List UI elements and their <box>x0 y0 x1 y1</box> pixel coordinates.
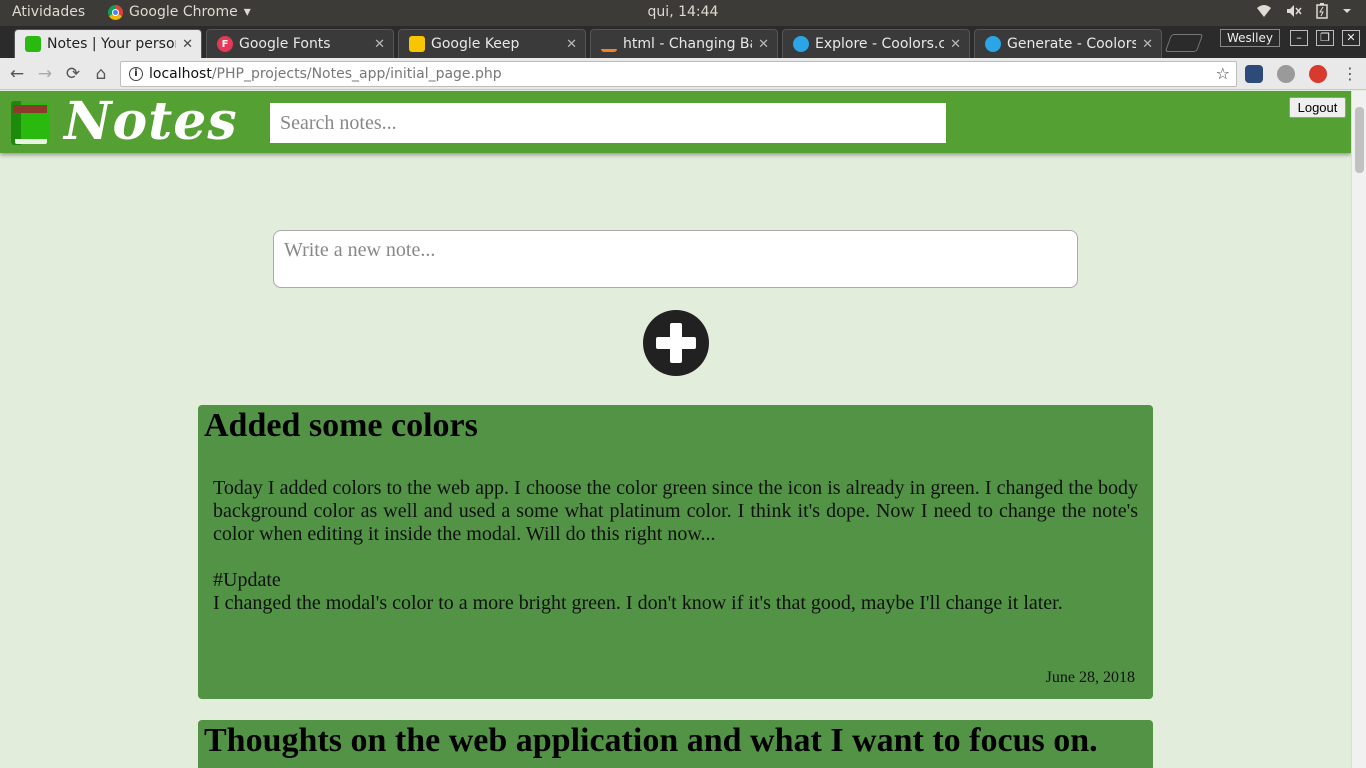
close-tab-icon[interactable]: ✕ <box>1142 37 1153 52</box>
notes-favicon <box>25 36 41 52</box>
new-tab-button[interactable] <box>1164 34 1204 52</box>
page-viewport: Notes Logout Added some colors Today I a… <box>0 91 1351 768</box>
note-title: Added some colors <box>204 407 478 444</box>
chevron-down-icon: ▾ <box>243 4 251 20</box>
url-path: /PHP_projects/Notes_app/initial_page.php <box>211 66 502 82</box>
app-menu[interactable]: Google Chrome ▾ <box>108 4 251 20</box>
note-card[interactable]: Thoughts on the web application and what… <box>198 720 1153 768</box>
address-bar[interactable]: i localhost/PHP_projects/Notes_app/initi… <box>120 61 1237 87</box>
reload-icon[interactable]: ⟳ <box>62 63 84 85</box>
tab-title: Google Keep <box>431 36 520 52</box>
page-scrollbar[interactable] <box>1351 91 1366 768</box>
extension-icon[interactable] <box>1277 65 1295 83</box>
home-icon[interactable]: ⌂ <box>90 63 112 85</box>
scrollbar-thumb[interactable] <box>1355 107 1364 173</box>
new-note-input[interactable] <box>273 230 1078 288</box>
coolors-favicon <box>793 36 809 52</box>
back-icon[interactable]: ← <box>6 63 28 85</box>
forward-icon[interactable]: → <box>34 63 56 85</box>
adblock-icon[interactable] <box>1309 65 1327 83</box>
app-header: Notes Logout <box>0 91 1351 153</box>
logout-button[interactable]: Logout <box>1289 97 1346 118</box>
tab-explore-coolors[interactable]: Explore - Coolors.co ✕ <box>782 29 970 58</box>
tab-stackoverflow[interactable]: html - Changing Background ✕ <box>590 29 778 58</box>
power-menu-arrow-icon <box>1343 9 1351 13</box>
note-paragraph: Today I added colors to the web app. I c… <box>213 477 1138 545</box>
close-tab-icon[interactable]: ✕ <box>566 37 577 52</box>
tab-title: Google Fonts <box>239 36 331 52</box>
note-title: Thoughts on the web application and what… <box>204 722 1098 759</box>
url-host: localhost <box>149 66 212 82</box>
note-date: June 28, 2018 <box>1045 669 1135 686</box>
chrome-icon <box>108 4 123 20</box>
profile-button[interactable]: Weslley <box>1220 29 1280 47</box>
wifi-icon <box>1257 5 1271 17</box>
system-tray[interactable] <box>1256 3 1352 19</box>
close-tab-icon[interactable]: ✕ <box>758 37 769 52</box>
note-body: Today I added colors to the web app. I c… <box>213 477 1138 615</box>
close-tab-icon[interactable]: ✕ <box>182 37 193 52</box>
tab-google-fonts[interactable]: F Google Fonts ✕ <box>206 29 394 58</box>
restore-icon[interactable]: ❐ <box>1316 30 1334 46</box>
bookmark-star-icon[interactable]: ☆ <box>1216 64 1230 83</box>
tab-title: Notes | Your personal notes <box>47 36 176 52</box>
browser-toolbar: ← → ⟳ ⌂ i localhost/PHP_projects/Notes_a… <box>0 58 1366 90</box>
tab-title: html - Changing Background <box>623 36 752 52</box>
tab-title: Generate - Coolors.co <box>1007 36 1137 52</box>
app-menu-label: Google Chrome <box>129 4 238 20</box>
note-paragraph: #Update <box>213 569 281 591</box>
volume-muted-icon <box>1287 5 1302 17</box>
tab-title: Explore - Coolors.co <box>815 36 945 52</box>
google-fonts-favicon: F <box>217 36 233 52</box>
note-paragraph: I changed the modal's color to a more br… <box>213 592 1063 614</box>
note-card[interactable]: Added some colors Today I added colors t… <box>198 405 1153 699</box>
plus-circle-icon[interactable] <box>643 310 709 376</box>
battery-icon <box>1316 3 1328 19</box>
info-icon[interactable]: i <box>129 67 143 81</box>
search-input[interactable] <box>270 103 946 143</box>
chrome-menu-icon[interactable]: ⋮ <box>1341 65 1359 83</box>
close-icon[interactable]: ✕ <box>1342 30 1360 46</box>
close-tab-icon[interactable]: ✕ <box>950 37 961 52</box>
tab-strip: Notes | Your personal notes ✕ F Google F… <box>0 26 1366 58</box>
ghostery-icon[interactable] <box>1245 65 1263 83</box>
tab-notes[interactable]: Notes | Your personal notes ✕ <box>14 29 202 58</box>
tab-google-keep[interactable]: Google Keep ✕ <box>398 29 586 58</box>
google-keep-favicon <box>409 36 425 52</box>
brand-title[interactable]: Notes <box>64 91 238 153</box>
minimize-icon[interactable]: – <box>1290 30 1308 46</box>
notebook-logo-icon[interactable] <box>11 99 49 147</box>
close-tab-icon[interactable]: ✕ <box>374 37 385 52</box>
stackoverflow-favicon <box>601 36 617 52</box>
activities-button[interactable]: Atividades <box>12 4 85 20</box>
tab-generate-coolors[interactable]: Generate - Coolors.co ✕ <box>974 29 1162 58</box>
coolors-favicon <box>985 36 1001 52</box>
system-top-bar: Atividades Google Chrome ▾ qui, 14:44 <box>0 0 1366 26</box>
